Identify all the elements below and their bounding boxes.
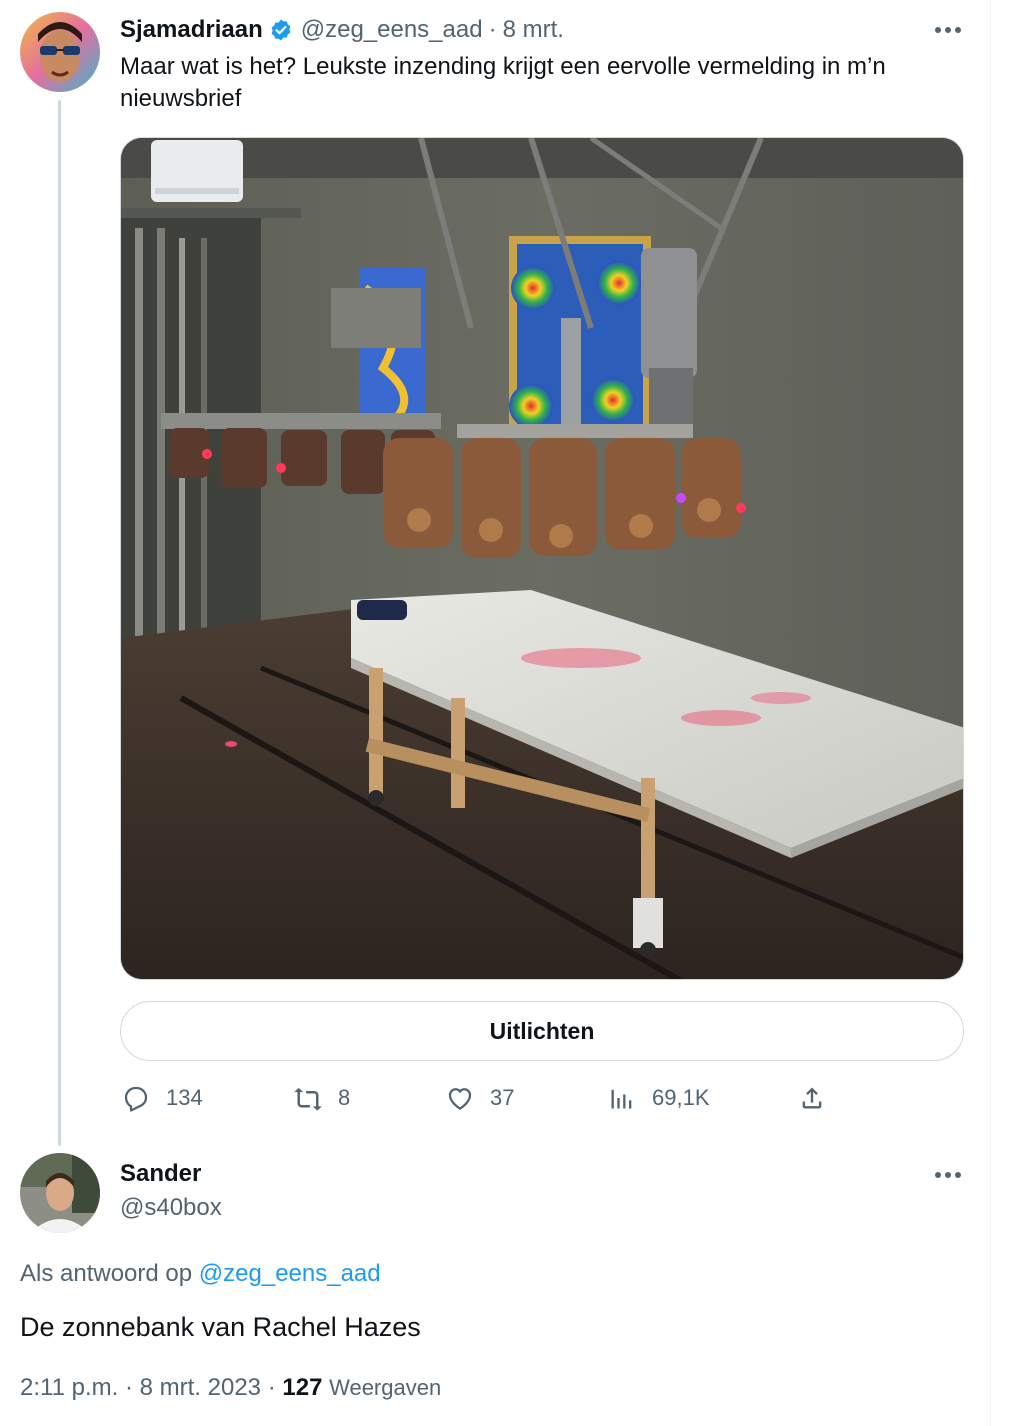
- retweet-button[interactable]: 8: [288, 1078, 350, 1118]
- reply-author-name[interactable]: Sander: [120, 1160, 201, 1188]
- views-icon: [602, 1078, 642, 1118]
- reply-icon: [116, 1078, 156, 1118]
- reply-views-count: 127: [282, 1374, 323, 1401]
- like-count: 37: [490, 1085, 515, 1110]
- more-options-button[interactable]: [928, 10, 968, 50]
- reply-text: De zonnebank van Rachel Hazes: [20, 1312, 421, 1342]
- meta-separator: ·: [124, 1374, 133, 1401]
- reply-count: 134: [166, 1085, 203, 1110]
- retweet-icon: [288, 1078, 328, 1118]
- tweet-text-line: Maar wat is het? Leukste inzending krijg…: [120, 53, 886, 80]
- reply-views-label: Weergaven: [329, 1375, 442, 1400]
- author-avatar[interactable]: [20, 12, 100, 92]
- reply-date[interactable]: 8 mrt. 2023: [140, 1374, 261, 1401]
- like-button[interactable]: 37: [440, 1078, 514, 1118]
- reply-context-prefix: Als antwoord op: [20, 1260, 193, 1287]
- reply-meta: 2:11 p.m. · 8 mrt. 2023 · 127 Weergaven: [20, 1374, 441, 1402]
- translate-button[interactable]: Uitlichten: [120, 1001, 964, 1061]
- tweet-date[interactable]: 8 mrt.: [503, 16, 564, 44]
- thread-connector-line: [58, 100, 61, 1146]
- share-icon: [792, 1078, 832, 1118]
- reply-author-handle[interactable]: @s40box: [120, 1194, 222, 1222]
- reply-time[interactable]: 2:11 p.m.: [20, 1374, 118, 1401]
- tweet-photo[interactable]: [120, 137, 964, 980]
- views-button[interactable]: 69,1K: [602, 1078, 710, 1118]
- author-handle[interactable]: @zeg_eens_aad: [301, 16, 483, 44]
- tweet-text-line: nieuwsbrief: [120, 85, 242, 112]
- column-border: [990, 0, 991, 1426]
- like-icon: [440, 1078, 480, 1118]
- views-count: 69,1K: [652, 1085, 710, 1110]
- reply-more-options-button[interactable]: [928, 1155, 968, 1195]
- more-icon: [935, 1172, 961, 1178]
- tweet-text: Maar wat is het? Leukste inzending krijg…: [120, 51, 886, 115]
- reply-context-mention[interactable]: @zeg_eens_aad: [199, 1260, 381, 1287]
- author-name[interactable]: Sjamadriaan: [120, 16, 263, 44]
- verified-badge-icon: [269, 18, 293, 42]
- reply-button[interactable]: 134: [116, 1078, 203, 1118]
- retweet-count: 8: [338, 1085, 351, 1110]
- header-separator: ·: [488, 16, 497, 43]
- reply-context: Als antwoord op @zeg_eens_aad: [20, 1260, 381, 1288]
- share-button[interactable]: [792, 1078, 832, 1118]
- meta-separator: ·: [267, 1374, 276, 1401]
- tweet-header: Sjamadriaan @zeg_eens_aad · 8 mrt.: [120, 12, 564, 48]
- reply-author-name-row: Sander: [120, 1156, 201, 1192]
- reply-author-handle-row: @s40box: [120, 1190, 222, 1226]
- reply-author-avatar[interactable]: [20, 1153, 100, 1233]
- more-icon: [935, 27, 961, 33]
